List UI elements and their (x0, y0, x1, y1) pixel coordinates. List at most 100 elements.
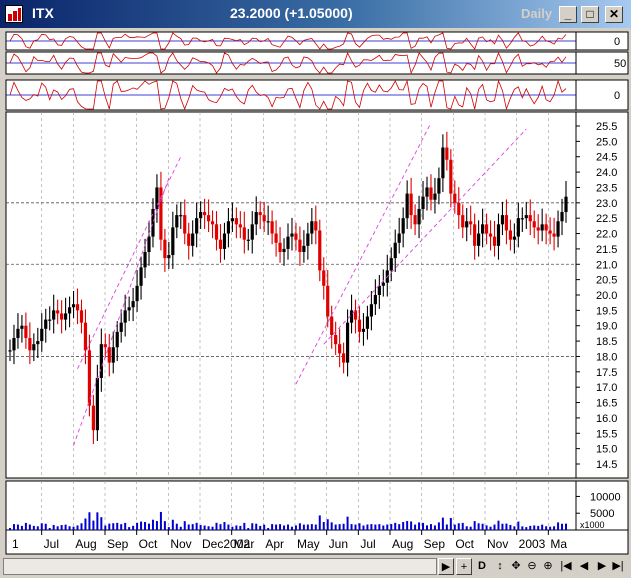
price-candle-body (71, 304, 76, 308)
price-candle-body (413, 215, 417, 225)
price-candle-body (274, 233, 278, 243)
price-candle-body (425, 187, 429, 197)
scroll-right-button[interactable]: ▶ (438, 558, 454, 575)
window-price: 23.2000 (+1.05000) (230, 5, 353, 21)
price-candle-body (119, 322, 123, 332)
price-candle-body (111, 347, 115, 363)
price-candle-body (556, 221, 560, 237)
price-candle-body (548, 230, 552, 234)
price-candle-body (405, 193, 409, 219)
price-candle-body (330, 316, 334, 335)
price-candle-body (24, 325, 28, 339)
crosshair-button[interactable]: ✥ (508, 558, 524, 575)
date-label: Aug (75, 537, 96, 551)
price-candle-body (365, 316, 370, 329)
date-label: Jul (360, 537, 375, 551)
price-candle-body (83, 322, 88, 351)
price-candle-body (508, 230, 512, 240)
zoom-plus-button[interactable]: ⊕ (540, 558, 556, 575)
price-candle-body (262, 215, 266, 222)
price-candle-body (183, 215, 187, 234)
chart-style-icon: D (478, 560, 486, 572)
price-candle-body (564, 196, 568, 213)
price-candle-body (36, 341, 40, 345)
price-candle-body (477, 233, 481, 246)
maximize-button[interactable]: □ (581, 6, 599, 23)
price-candle-body (401, 218, 405, 234)
scroll-start-button[interactable]: |◀ (558, 558, 574, 575)
price-candle-body (210, 221, 215, 225)
price-candle-body (441, 147, 445, 179)
zoom-plus-icon: ⊕ (543, 560, 553, 572)
price-candle-body (203, 212, 207, 216)
price-tick-label: 22.0 (596, 229, 617, 241)
chart-style-button[interactable]: D (474, 558, 490, 575)
indicator-level-label: 50 (614, 58, 626, 70)
minimize-button[interactable]: _ (559, 6, 577, 23)
date-label: Jun (329, 537, 348, 551)
price-candle-body (290, 233, 294, 237)
date-label: Jul (44, 537, 59, 551)
price-tick-label: 15.0 (596, 444, 617, 456)
price-candle-body (226, 221, 231, 234)
scale-button[interactable]: ↕ (492, 558, 508, 575)
price-candle-body (338, 344, 342, 354)
price-candle-body (437, 178, 441, 194)
scroll-forward-button[interactable]: ▶ (594, 558, 610, 575)
price-candle-body (524, 215, 528, 219)
price-candle-body (465, 221, 469, 228)
zoom-out-button[interactable]: ⊖ (524, 558, 540, 575)
price-candle-body (195, 218, 199, 234)
price-candle-body (242, 227, 246, 240)
price-candle-body (123, 310, 127, 323)
price-tick-label: 20.5 (596, 275, 617, 287)
price-candle-body (199, 212, 203, 219)
price-candle-body (516, 218, 520, 237)
price-candle-body (409, 193, 413, 216)
price-candle-body (397, 233, 401, 243)
price-candle-body (504, 215, 509, 231)
price-tick-label: 23.5 (596, 182, 617, 194)
price-candle-body (91, 405, 95, 431)
price-candle-body (250, 224, 254, 240)
price-tick-label: 19.5 (596, 305, 617, 317)
price-tick-label: 16.5 (596, 398, 617, 410)
app-chart-icon[interactable] (5, 5, 23, 23)
price-candle-body (246, 239, 250, 241)
price-candle-body (540, 224, 544, 231)
price-candle-body (528, 215, 532, 222)
price-candle-body (481, 224, 485, 234)
zoom-in-button[interactable]: + (456, 558, 472, 575)
scroll-end-button[interactable]: ▶| (610, 558, 626, 575)
price-candle-body (389, 258, 393, 271)
scroll-left-button[interactable]: ◀ (576, 558, 592, 575)
close-button[interactable]: ✕ (605, 6, 623, 23)
pane-background (5, 111, 577, 479)
price-candle-body (429, 187, 433, 200)
date-label: 2003 (519, 537, 546, 551)
price-candle-body (60, 313, 64, 320)
price-candle-body (103, 344, 107, 348)
price-candle-body (230, 218, 234, 222)
price-candle-body (48, 319, 52, 321)
price-candle-body (238, 224, 242, 228)
price-tick-label: 16.0 (596, 413, 617, 425)
date-label: Nov (487, 537, 508, 551)
date-label: May (297, 537, 320, 551)
price-candle-body (361, 328, 366, 332)
price-candle-body (135, 285, 139, 302)
price-candle-body (95, 377, 99, 431)
horizontal-scrollbar[interactable]: ▶ + D ↕ ✥ ⊖ ⊕ |◀ ◀ ▶ ▶| (0, 556, 631, 578)
price-candle-body (179, 215, 183, 217)
date-label: Oct (455, 537, 474, 551)
price-candle-body (139, 267, 143, 286)
price-candle-body (473, 224, 477, 246)
chart-area[interactable]: 1 Jul Aug Sep Oct Nov Dec2002Mar Apr May Jun Jul Au… (0, 28, 631, 556)
price-candle-body (453, 193, 457, 203)
price-tick-label: 21.5 (596, 244, 617, 256)
scroll-track[interactable] (3, 558, 437, 575)
price-candle-body (306, 233, 310, 246)
price-candle-body (282, 248, 286, 252)
price-tick-label: 17.0 (596, 382, 617, 394)
price-candle-body (369, 304, 373, 317)
